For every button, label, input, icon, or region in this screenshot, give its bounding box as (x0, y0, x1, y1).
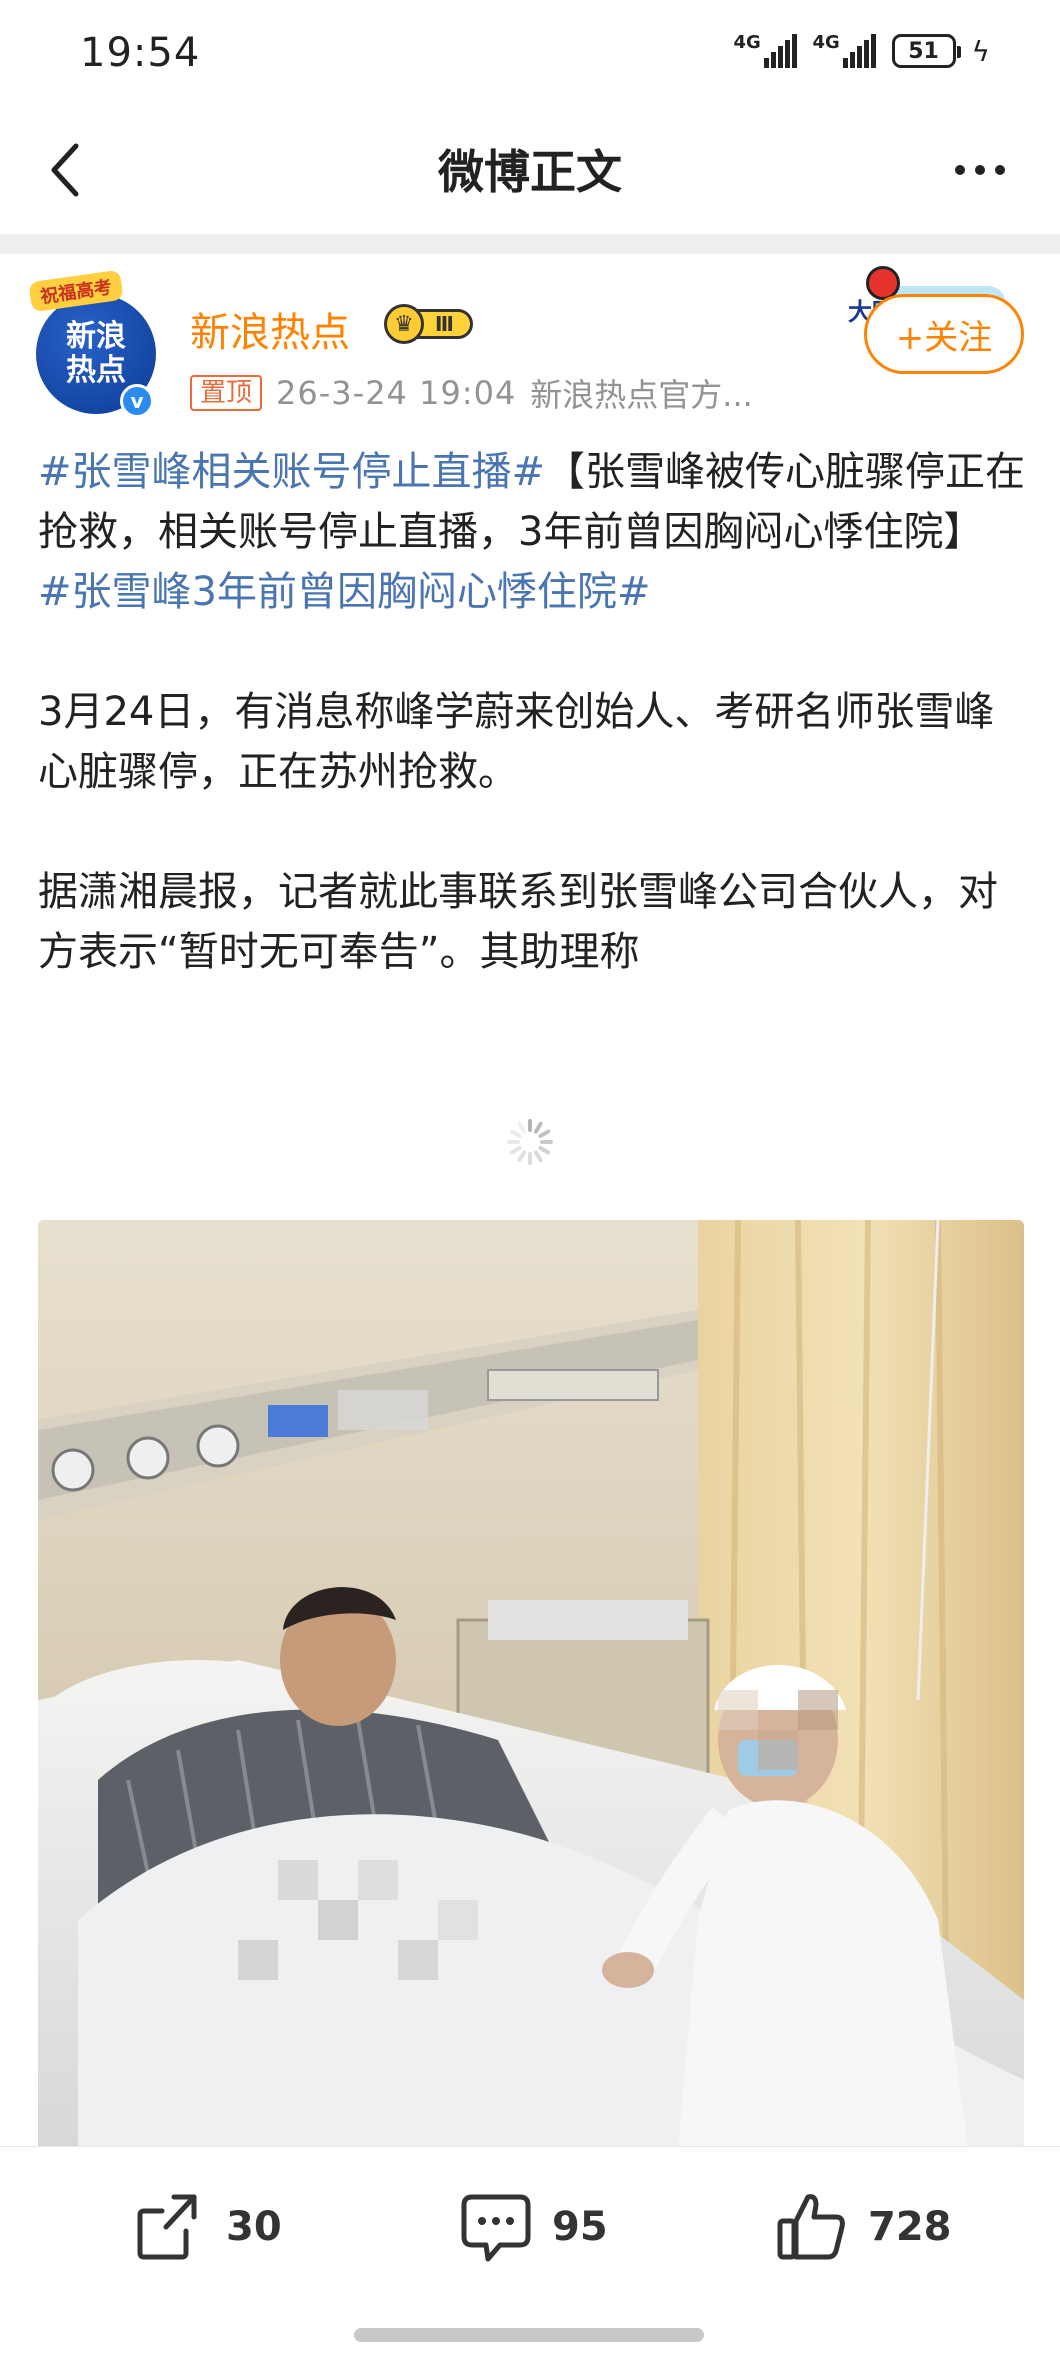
status-icons: 4G 4G 51 ϟ (733, 32, 990, 68)
signal-label: 4G (733, 32, 761, 53)
avatar-text: 热点 (66, 353, 126, 388)
post-content: #张雪峰相关账号停止直播#【张雪峰被传心脏骤停正在抢救，相关账号停止直播，3年前… (38, 442, 1028, 982)
post-paragraph: #张雪峰3年前曾因胸闷心悸住院# (38, 562, 1028, 622)
battery-icon: 51 (891, 34, 961, 68)
nav-bar: 微博正文 (0, 110, 1060, 234)
topic-link[interactable]: #张雪峰相关账号停止直播# (38, 449, 545, 495)
post-time: 26-3-24 19:04 (276, 374, 517, 412)
repost-button[interactable]: 30 (130, 2187, 282, 2267)
status-bar: 19:54 4G 4G 51 ϟ (0, 0, 1060, 110)
status-time: 19:54 (80, 30, 201, 76)
signal-label: 4G (812, 32, 840, 53)
signal-icon: 4G (733, 32, 797, 68)
post-image[interactable] (38, 1220, 1024, 2150)
action-bar: 30 95 728 (0, 2146, 1060, 2306)
loading-spinner-icon (507, 1119, 553, 1165)
post-meta: 置顶 26-3-24 19:04 新浪热点官方... (190, 370, 753, 416)
more-button[interactable] (940, 140, 1020, 200)
comment-count: 95 (552, 2204, 608, 2250)
hospital-photo (38, 1220, 1024, 2150)
follow-button[interactable]: +关注 (864, 294, 1024, 374)
signal-icon: 4G (812, 32, 876, 68)
avatar-text: 新浪 (66, 319, 126, 354)
post-source: 新浪热点官方... (530, 376, 753, 414)
repost-icon (137, 2194, 197, 2260)
home-indicator[interactable] (354, 2328, 704, 2342)
repost-count: 30 (226, 2204, 282, 2250)
post-paragraph: #张雪峰相关账号停止直播#【张雪峰被传心脏骤停正在抢救，相关账号停止直播，3年前… (38, 442, 1028, 562)
vip-crown-icon: ♛ (384, 304, 424, 344)
more-icon (955, 165, 965, 175)
topic-link[interactable]: #张雪峰3年前曾因胸闷心悸住院# (38, 569, 650, 615)
like-button[interactable]: 728 (772, 2187, 952, 2267)
section-divider (0, 234, 1060, 254)
pin-tag: 置顶 (190, 375, 263, 411)
post-header: 新浪 热点 祝福高考 v 新浪热点 ♛ Ⅲ 置顶 26-3-24 19:04 新… (0, 254, 1060, 434)
comment-button[interactable]: 95 (456, 2187, 608, 2267)
page-title: 微博正文 (438, 145, 622, 199)
user-name[interactable]: 新浪热点 (190, 300, 350, 358)
like-icon (777, 2194, 845, 2260)
vip-badge[interactable]: ♛ Ⅲ (384, 304, 473, 344)
post-paragraph: 据潇湘晨报，记者就此事联系到张雪峰公司合伙人，对方表示“暂时无可奉告”。其助理称 (38, 869, 998, 975)
post-paragraph: 3月24日，有消息称峰学蔚来创始人、考研名师张雪峰心脏骤停，正在苏州抢救。 (38, 689, 995, 795)
like-count: 728 (868, 2204, 952, 2250)
comment-icon (461, 2194, 531, 2262)
charging-icon: ϟ (971, 34, 990, 68)
verified-icon: v (120, 384, 154, 418)
